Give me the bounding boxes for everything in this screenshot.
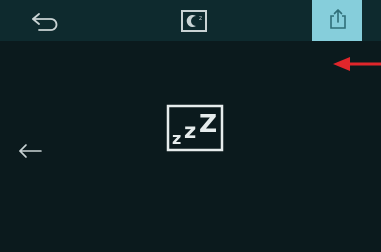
zzz-text-large: Z — [199, 109, 217, 138]
top-bar: z — [0, 0, 381, 41]
export-button[interactable] — [312, 0, 362, 41]
zzz-text-medium: z — [184, 119, 196, 143]
svg-text:z: z — [199, 15, 202, 22]
curved-back-arrow-icon[interactable] — [30, 10, 60, 32]
zzz-text-small: z — [172, 129, 181, 148]
left-arrow-icon[interactable] — [16, 142, 44, 160]
red-arrow-pointer — [333, 57, 381, 71]
sleep-mode-icon[interactable]: z — [180, 9, 208, 33]
export-icon — [330, 9, 346, 29]
zzz-sleep-icon: z z Z — [166, 104, 224, 152]
